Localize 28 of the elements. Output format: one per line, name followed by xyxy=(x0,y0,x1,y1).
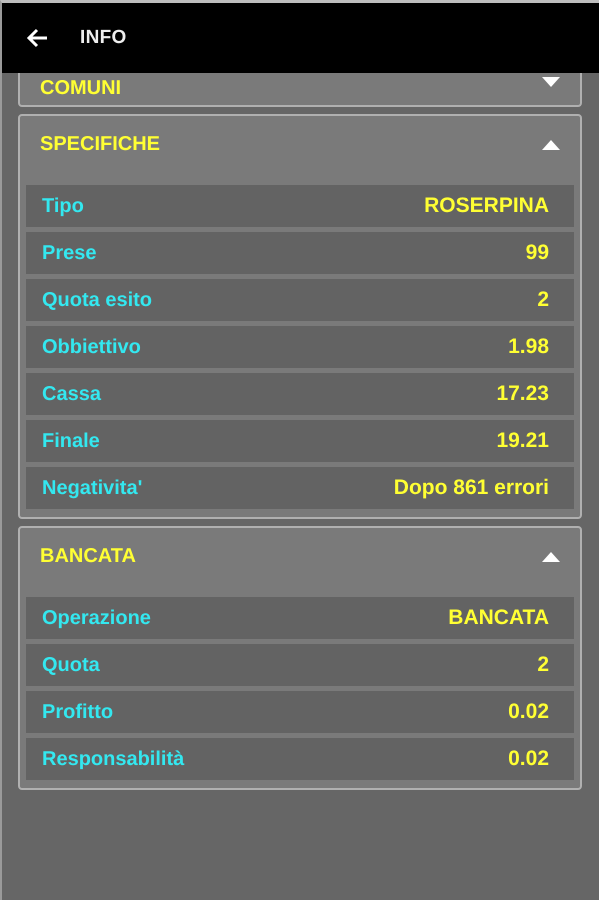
row-label: Negativita' xyxy=(42,476,142,500)
row-label: Quota esito xyxy=(42,288,152,312)
row-value: ROSERPINA xyxy=(424,194,549,218)
row-label: Cassa xyxy=(42,382,101,406)
row-value: BANCATA xyxy=(448,606,549,630)
row-value: 0.02 xyxy=(508,747,549,771)
section-header[interactable]: COMUNI xyxy=(26,73,574,105)
row-label: Profitto xyxy=(42,700,114,724)
row-value: 2 xyxy=(537,288,549,312)
row-label: Obbiettivo xyxy=(42,336,141,358)
row-label: Prese xyxy=(42,242,96,264)
row-label: Operazione xyxy=(42,606,151,630)
row-label: Finale xyxy=(42,430,100,452)
row-value: 19.21 xyxy=(496,429,549,453)
back-button[interactable] xyxy=(26,28,48,48)
back-arrow-icon xyxy=(26,28,48,48)
row-label: Tipo xyxy=(42,194,84,218)
row-value: 17.23 xyxy=(496,382,549,406)
section-header[interactable]: BANCATA xyxy=(26,528,574,584)
row-value: 0.02 xyxy=(508,700,549,724)
row-value: 2 xyxy=(537,653,549,677)
row-label: Quota xyxy=(42,654,100,676)
row-value: Dopo 861 errori xyxy=(394,476,549,500)
section-header[interactable]: SPECIFICHE xyxy=(26,116,574,172)
row-value: 1.98 xyxy=(508,335,549,359)
row-label: Responsabilità xyxy=(42,748,184,770)
row-value: 99 xyxy=(526,241,549,265)
screen-title: INFO xyxy=(80,27,127,49)
